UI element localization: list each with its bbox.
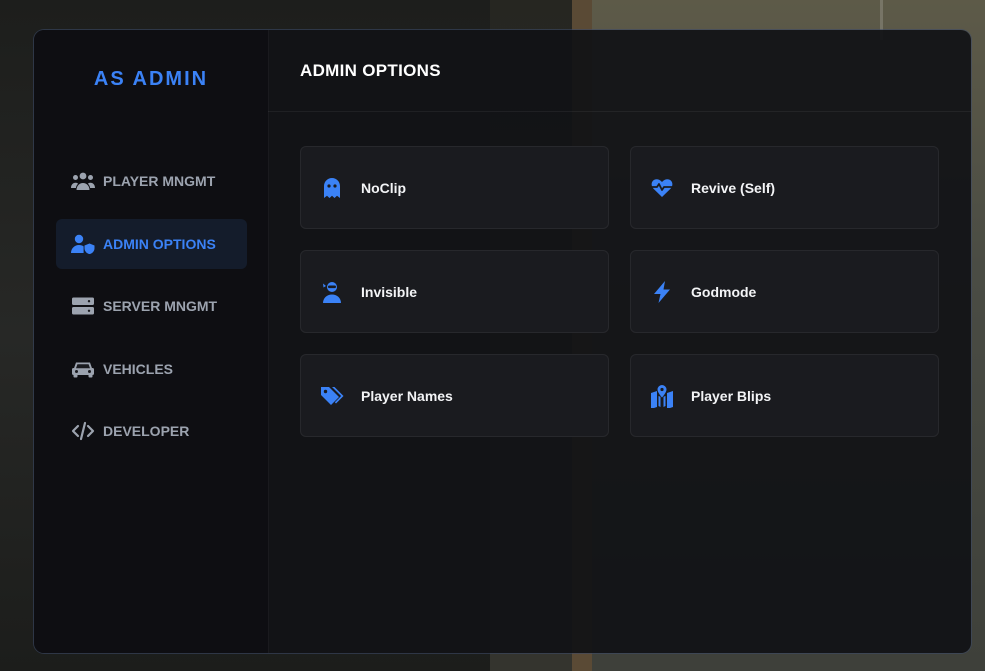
sidebar-item-label: PLAYER MNGMT (103, 173, 216, 189)
option-label: Invisible (361, 283, 418, 300)
options-grid: NoClip Revive (Self) Invisible Godmode P… (300, 146, 939, 437)
main-content: ADMIN OPTIONS NoClip Revive (Self) Invis… (268, 30, 971, 653)
sidebar-item-developer[interactable]: DEVELOPER (56, 406, 247, 456)
sidebar: AS ADMIN PLAYER MNGMT ADMIN OPTIONS SERV… (34, 30, 269, 653)
sidebar-item-admin-options[interactable]: ADMIN OPTIONS (56, 218, 247, 269)
option-label: Player Names (361, 387, 453, 404)
server-icon (70, 296, 96, 316)
option-player-names-button[interactable]: Player Names (300, 354, 609, 437)
sidebar-item-player-mngmt[interactable]: PLAYER MNGMT (56, 156, 247, 206)
bolt-icon (649, 279, 675, 305)
option-label: Player Blips (691, 387, 772, 404)
option-label: NoClip (361, 179, 407, 196)
option-label: Revive (Self) (691, 179, 776, 196)
option-player-blips-button[interactable]: Player Blips (630, 354, 939, 437)
option-label: Godmode (691, 283, 757, 300)
page-title: ADMIN OPTIONS (268, 30, 971, 112)
heart-pulse-icon (649, 175, 675, 201)
users-icon (70, 171, 96, 191)
option-invisible-button[interactable]: Invisible (300, 250, 609, 333)
ghost-icon (319, 175, 345, 201)
tags-icon (319, 383, 345, 409)
sidebar-nav: PLAYER MNGMT ADMIN OPTIONS SERVER MNGMT … (56, 156, 247, 469)
car-icon (70, 359, 96, 379)
code-icon (70, 421, 96, 441)
option-godmode-button[interactable]: Godmode (630, 250, 939, 333)
option-noclip-button[interactable]: NoClip (300, 146, 609, 229)
admin-panel: AS ADMIN PLAYER MNGMT ADMIN OPTIONS SERV… (34, 30, 971, 653)
map-location-icon (649, 383, 675, 409)
sidebar-item-server-mngmt[interactable]: SERVER MNGMT (56, 281, 247, 331)
sidebar-item-label: ADMIN OPTIONS (103, 235, 216, 252)
sidebar-item-label: VEHICLES (103, 360, 174, 377)
option-revive-self-button[interactable]: Revive (Self) (630, 146, 939, 229)
user-shield-icon (70, 234, 96, 254)
sidebar-item-label: DEVELOPER (103, 423, 190, 439)
sidebar-item-vehicles[interactable]: VEHICLES (56, 344, 247, 394)
sidebar-item-label: SERVER MNGMT (103, 298, 218, 314)
user-ninja-icon (319, 279, 345, 305)
brand-title: AS ADMIN (93, 68, 209, 90)
